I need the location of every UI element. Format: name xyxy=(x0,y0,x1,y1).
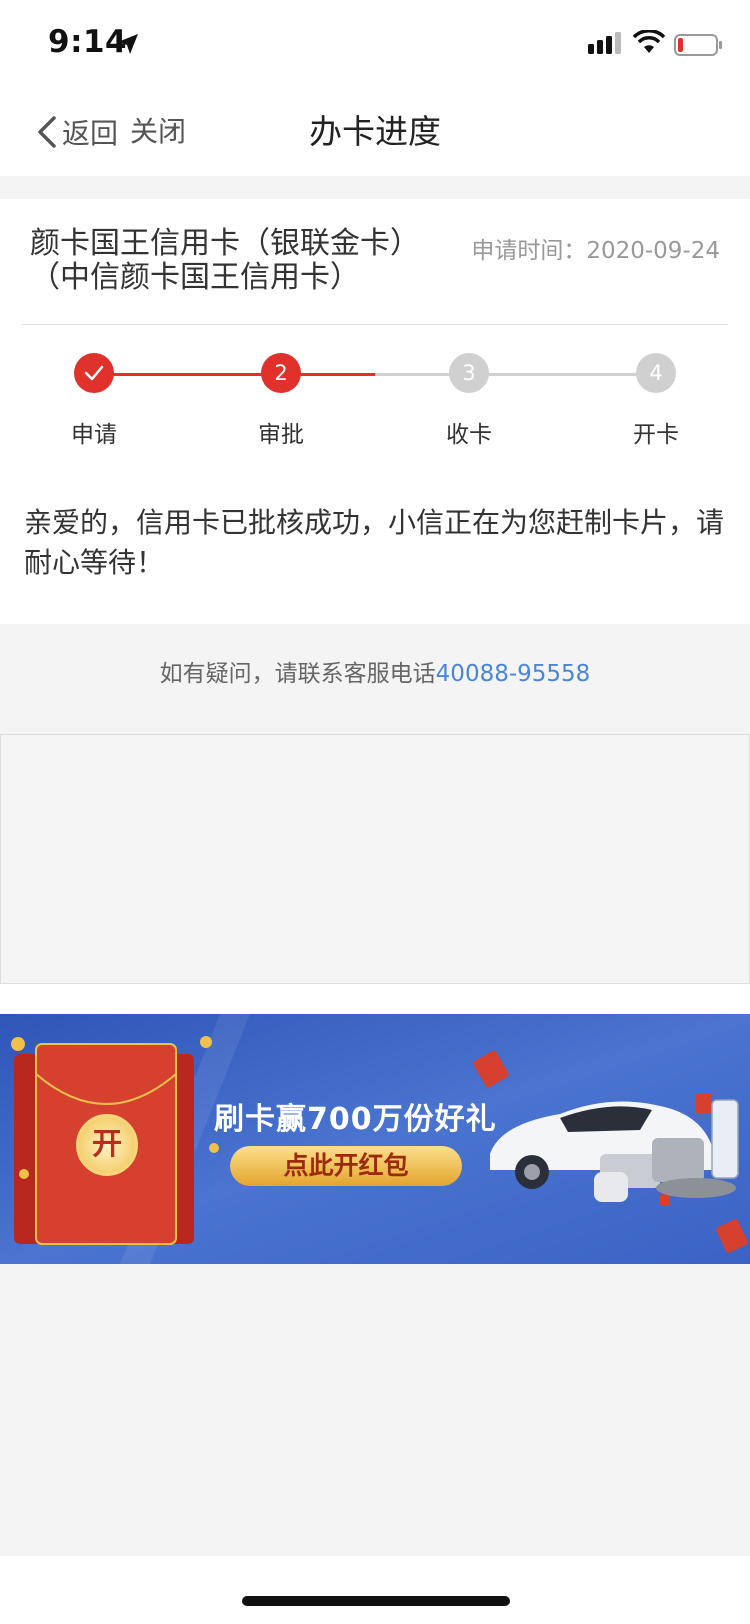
step-node-2: 2 xyxy=(261,353,301,393)
spacer xyxy=(0,984,750,1014)
cellular-signal-icon xyxy=(588,32,621,54)
banner-title: 刷卡赢700万份好礼 xyxy=(214,1102,497,1137)
envelope-open-button[interactable]: 开 xyxy=(76,1114,138,1176)
open-red-envelope-button[interactable]: 点此开红包 xyxy=(230,1146,462,1186)
location-arrow-icon xyxy=(118,34,138,54)
customer-service-phone-link[interactable]: 40088-95558 xyxy=(436,661,591,687)
divider xyxy=(22,324,728,325)
step-line-done xyxy=(94,373,281,376)
card-product-name: 颜卡国王信用卡（银联金卡）（中信颜卡国王信用卡） xyxy=(30,226,420,295)
home-indicator[interactable] xyxy=(242,1596,510,1606)
step-node-3: 3 xyxy=(449,353,489,393)
step-label-apply: 申请 xyxy=(71,422,117,448)
step-label-approve: 审批 xyxy=(258,422,304,448)
help-line: 如有疑问，请联系客服电话40088-95558 xyxy=(0,654,750,688)
check-icon xyxy=(84,365,104,381)
step-label-activate: 开卡 xyxy=(633,422,679,448)
bottom-safe-area xyxy=(0,1556,750,1624)
page-title: 办卡进度 xyxy=(309,112,441,151)
battery-low-icon xyxy=(674,34,722,56)
wifi-icon xyxy=(632,30,666,53)
progress-steps: 2 3 4 申请 审批 收卡 开卡 xyxy=(0,353,750,473)
nav-bar: 返回 关闭 办卡进度 xyxy=(0,88,750,176)
apply-time: 申请时间：2020-09-24 xyxy=(471,238,720,264)
step-node-1 xyxy=(74,353,114,393)
status-message: 亲爱的，信用卡已批核成功，小信正在为您赶制卡片，请耐心等待！ xyxy=(24,506,725,579)
step-node-4: 4 xyxy=(636,353,676,393)
step-line-pending xyxy=(375,373,656,376)
help-text: 如有疑问，请联系客服电话 xyxy=(159,661,436,687)
status-bar: 9:14 xyxy=(0,0,750,88)
step-label-receive: 收卡 xyxy=(446,422,492,448)
application-card: 颜卡国王信用卡（银联金卡）（中信颜卡国王信用卡） 申请时间：2020-09-24… xyxy=(0,199,750,624)
empty-ad-slot xyxy=(0,734,750,984)
red-envelope-promo-banner[interactable]: 开 刷卡赢700万份好礼 点此开红包 xyxy=(0,1014,750,1264)
